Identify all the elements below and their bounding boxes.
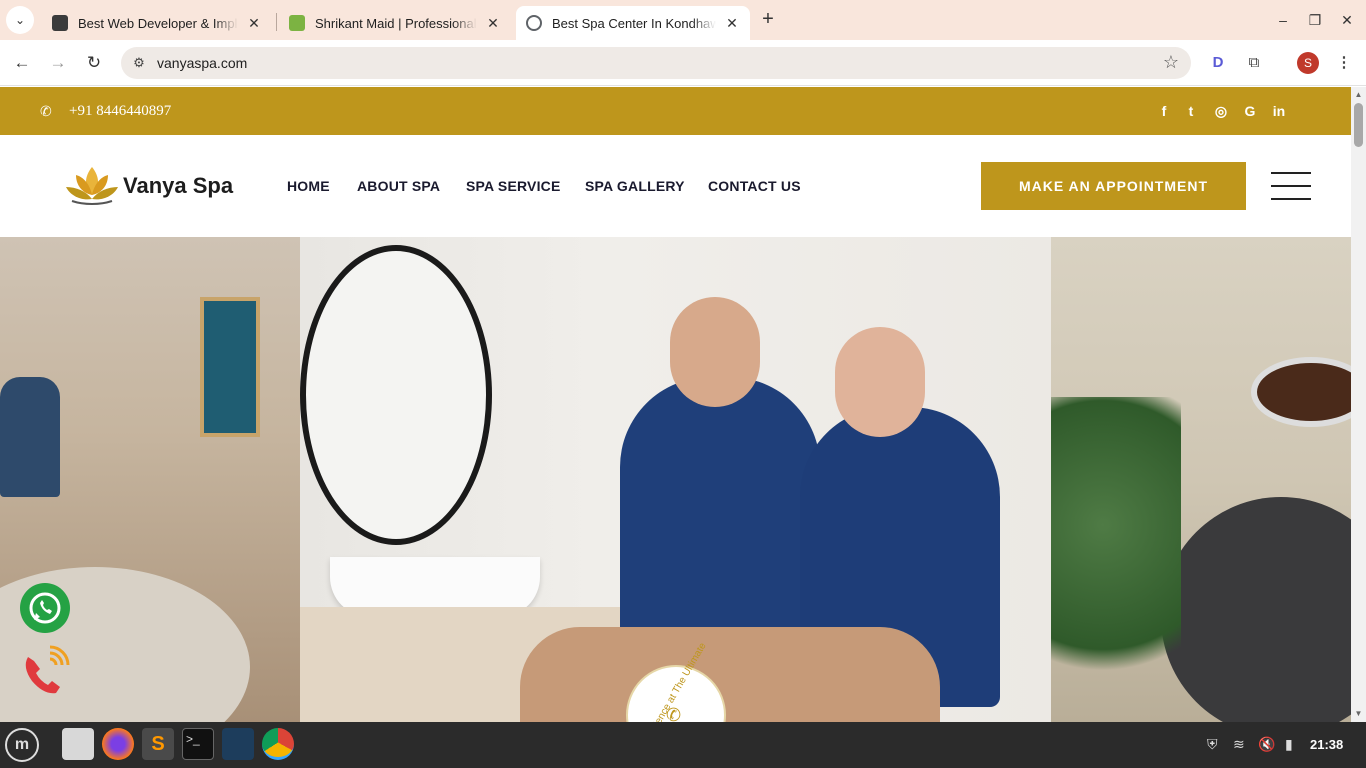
logo-text[interactable]: Vanya Spa — [123, 173, 233, 199]
therapist-figure-image — [0, 377, 60, 497]
mint-menu-icon[interactable]: m — [5, 728, 39, 762]
wifi-icon[interactable]: ≋ — [1233, 736, 1245, 753]
oil-bowl-image — [1251, 357, 1351, 427]
shield-icon[interactable]: ⛨ — [1207, 736, 1218, 753]
volume-muted-icon[interactable]: 🔇 — [1258, 736, 1275, 753]
tab-title: Best Web Developer & Implementation — [78, 15, 238, 31]
close-tab-icon[interactable]: ✕ — [246, 15, 262, 32]
wall-tapestry-image — [200, 297, 260, 437]
tab-separator — [276, 13, 277, 31]
scrollbar-thumb[interactable] — [1354, 103, 1363, 147]
hero-slider[interactable]: rience at The Ultimate ✆ — [0, 237, 1351, 722]
nav-spa-service[interactable]: SPA SERVICE — [466, 178, 561, 194]
scroll-up-icon[interactable]: ▲ — [1354, 90, 1363, 99]
tab-vanya-spa[interactable]: Best Spa Center In Kondhawa ✕ — [516, 6, 750, 40]
hero-slide-stones — [1051, 237, 1351, 722]
close-window-icon[interactable]: ✕ — [1335, 8, 1359, 32]
minimize-icon[interactable]: – — [1271, 8, 1295, 32]
stone-plate-image — [1161, 497, 1351, 722]
top-contact-bar: ✆ +91 8446440897 f t ◎ G in — [0, 87, 1351, 135]
hero-slide-massage: rience at The Ultimate ✆ — [300, 237, 1051, 722]
tab-title: Best Spa Center In Kondhawa — [552, 15, 716, 31]
lotus-logo-icon[interactable] — [64, 163, 120, 205]
maximize-icon[interactable]: ❐ — [1303, 8, 1327, 32]
battery-icon[interactable]: ▮ — [1285, 736, 1293, 753]
site-info-icon[interactable]: ⚙ — [129, 53, 149, 73]
therapist-1-face-image — [670, 297, 760, 407]
phone-icon: ✆ — [666, 705, 682, 722]
extension-d-icon[interactable]: D — [1207, 52, 1229, 74]
reload-icon[interactable]: ↻ — [81, 50, 107, 76]
scroll-down-icon[interactable]: ▼ — [1354, 709, 1363, 718]
round-mirror-image — [300, 245, 492, 545]
web-page: ✆ +91 8446440897 f t ◎ G in Vanya Spa HO… — [0, 87, 1351, 722]
therapist-2-face-image — [835, 327, 925, 437]
os-taskbar: m S >_ ⛨ ≋ 🔇 ▮ 21:38 — [0, 722, 1366, 768]
page-scrollbar[interactable]: ▲ ▼ — [1351, 87, 1366, 722]
forward-icon[interactable]: → — [45, 50, 71, 76]
browser-tabstrip: ⌄ Best Web Developer & Implementation ✕ … — [0, 0, 1366, 40]
whatsapp-button[interactable] — [20, 583, 70, 633]
extensions-puzzle-icon[interactable]: ⧉ — [1243, 52, 1265, 74]
globe-icon — [526, 15, 542, 31]
phone-call-icon — [25, 645, 70, 694]
google-icon[interactable]: G — [1241, 102, 1259, 120]
nav-contact-us[interactable]: CONTACT US — [708, 178, 801, 194]
site-header: Vanya Spa HOME ABOUT SPA SPA SERVICE SPA… — [0, 135, 1351, 237]
close-tab-icon[interactable]: ✕ — [724, 15, 740, 32]
nav-spa-gallery[interactable]: SPA GALLERY — [585, 178, 685, 194]
chrome-icon[interactable] — [262, 728, 294, 760]
clock[interactable]: 21:38 — [1310, 737, 1343, 752]
favicon-icon — [289, 15, 305, 31]
tab-title: Shrikant Maid | Professional — [315, 15, 477, 31]
terminal-icon[interactable]: >_ — [182, 728, 214, 760]
linkedin-icon[interactable]: in — [1270, 102, 1288, 120]
address-bar[interactable]: ⚙ vanyaspa.com ☆ — [121, 47, 1191, 79]
tab-web-developer[interactable]: Best Web Developer & Implementation ✕ — [42, 6, 272, 40]
instagram-icon[interactable]: ◎ — [1212, 102, 1230, 120]
call-button[interactable] — [18, 643, 72, 697]
facebook-icon[interactable]: f — [1155, 102, 1173, 120]
back-icon[interactable]: ← — [9, 50, 35, 76]
bookmark-star-icon[interactable]: ☆ — [1163, 52, 1179, 73]
make-appointment-button[interactable]: MAKE AN APPOINTMENT — [981, 162, 1246, 210]
whatsapp-icon — [29, 592, 61, 624]
favicon-icon — [52, 15, 68, 31]
phone-number-link[interactable]: +91 8446440897 — [69, 103, 171, 120]
tab-shrikant-maid[interactable]: Shrikant Maid | Professional ✕ — [279, 6, 511, 40]
hamburger-menu-icon[interactable] — [1271, 172, 1311, 200]
profile-avatar[interactable]: S — [1297, 52, 1319, 74]
mysql-workbench-icon[interactable] — [222, 728, 254, 760]
browser-menu-icon[interactable]: ⋮ — [1333, 52, 1355, 74]
phone-icon: ✆ — [40, 103, 52, 119]
close-tab-icon[interactable]: ✕ — [485, 15, 501, 32]
nav-home[interactable]: HOME — [287, 178, 330, 194]
twitter-icon[interactable]: t — [1182, 102, 1200, 120]
tab-search-button[interactable]: ⌄ — [6, 6, 34, 34]
file-manager-icon[interactable] — [62, 728, 94, 760]
client-back-image — [520, 627, 940, 722]
browser-toolbar: ← → ↻ ⚙ vanyaspa.com ☆ D ⧉ S ⋮ — [0, 40, 1366, 86]
sublime-text-icon[interactable]: S — [142, 728, 174, 760]
ivy-leaves-image — [1051, 397, 1181, 717]
firefox-icon[interactable] — [102, 728, 134, 760]
new-tab-button[interactable]: + — [756, 8, 780, 32]
url-text[interactable]: vanyaspa.com — [157, 55, 247, 71]
nav-about-spa[interactable]: ABOUT SPA — [357, 178, 440, 194]
